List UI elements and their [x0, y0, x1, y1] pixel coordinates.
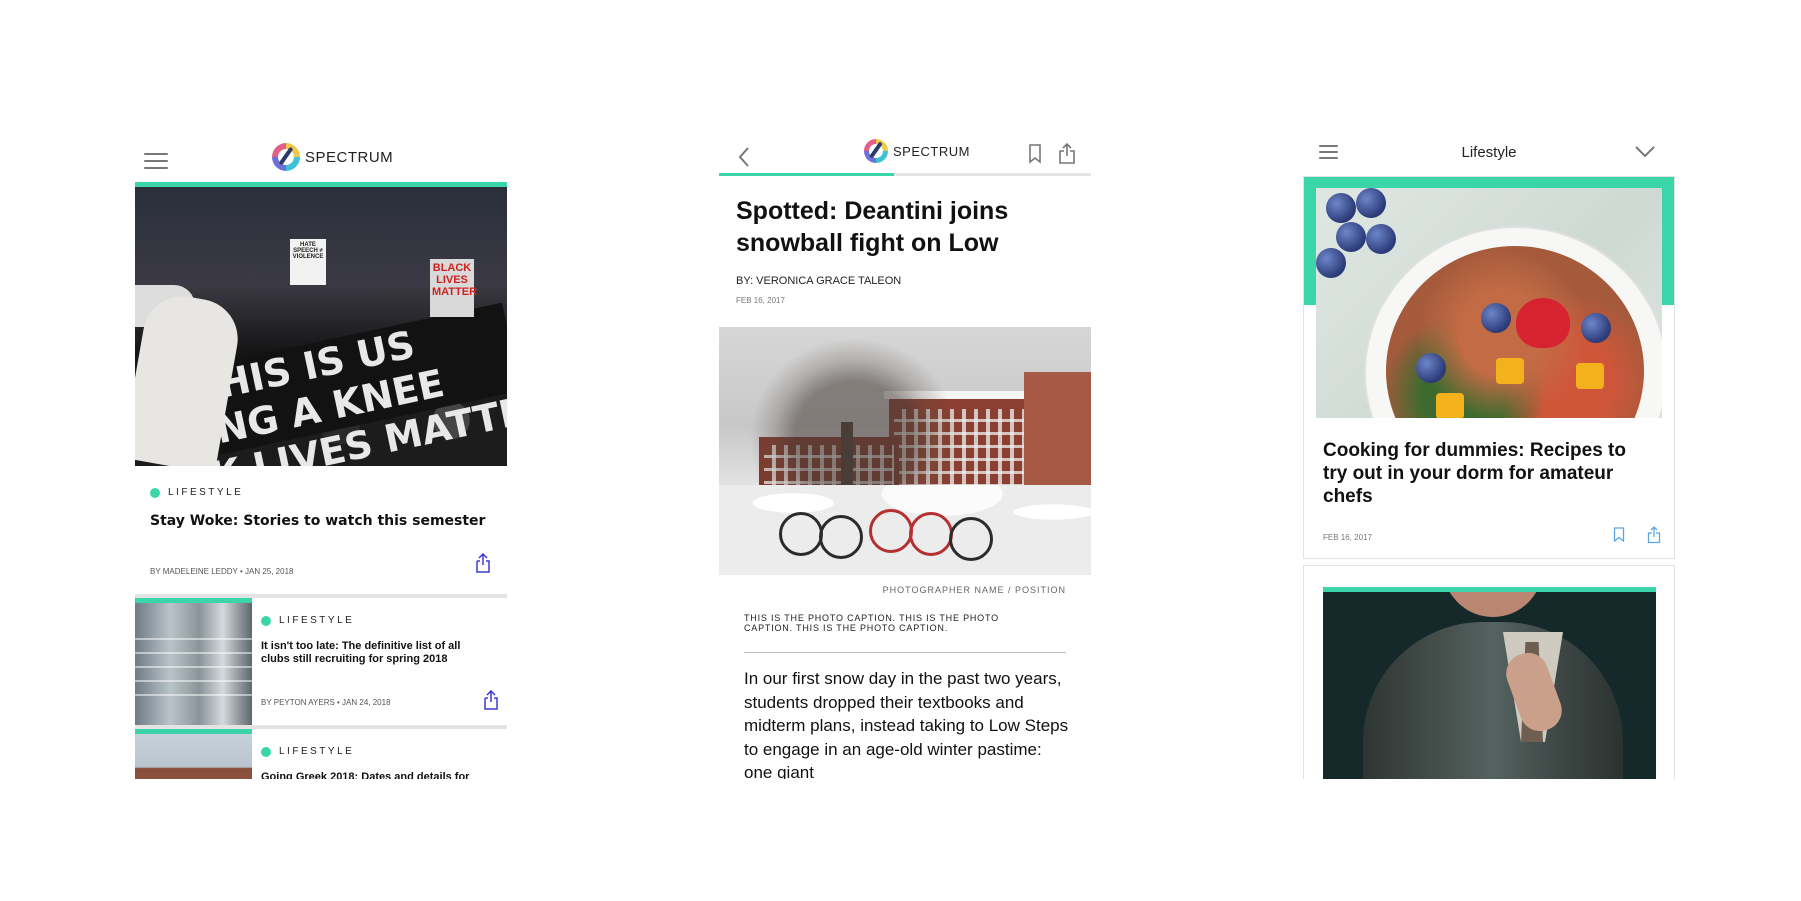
spectrum-logo-mark	[272, 143, 300, 171]
spectrum-logo[interactable]: SPECTRUM	[272, 143, 393, 171]
spectrum-logo[interactable]: SPECTRUM	[864, 139, 970, 163]
thumbnail-accent-bar	[135, 598, 252, 603]
photo-blueberry	[1316, 248, 1346, 278]
lead-story-byline: BY MADELEINE LEDDY • JAN 25, 2018	[150, 567, 294, 576]
photo-blueberry	[1581, 313, 1611, 343]
share-icon[interactable]	[483, 689, 499, 715]
section-screen: Lifestyle Cooking for dummies: Recipes t…	[1303, 139, 1675, 779]
photo-blueberry	[1416, 353, 1446, 383]
list-item-category: LIFESTYLE	[261, 743, 501, 761]
photo-chin	[1443, 592, 1543, 617]
featured-card[interactable]: Cooking for dummies: Recipes to try out …	[1303, 176, 1675, 559]
back-chevron-icon[interactable]	[733, 145, 757, 169]
list-item-title[interactable]: Going Greek 2018: Dates and details for	[261, 771, 491, 779]
featured-card-date: FEB 16, 2017	[1323, 533, 1372, 542]
category-label: LIFESTYLE	[168, 487, 244, 499]
article-screen: SPECTRUM Spotted: Deantini joins snowbal…	[719, 139, 1091, 779]
caption-divider	[744, 652, 1066, 653]
protest-sign-black-lives: BLACK LIVES MATTER	[430, 259, 477, 317]
photo-blueberry	[1481, 303, 1511, 333]
atrium-floors	[135, 638, 252, 698]
photo-suit	[1363, 622, 1623, 779]
photo-bike-wheel	[869, 509, 913, 553]
article-photo[interactable]	[719, 327, 1091, 575]
reading-progress-fill	[719, 173, 894, 176]
featured-card-photo	[1316, 188, 1662, 418]
article-date: FEB 16, 2017	[736, 296, 785, 305]
lead-story-photo[interactable]: THIS IS US ING A KNEE K LIVES MATTE HATE…	[135, 187, 507, 466]
share-icon[interactable]	[1058, 142, 1076, 170]
photo-mango	[1496, 358, 1524, 384]
list-item-thumbnail	[135, 598, 252, 725]
lead-story-title[interactable]: Stay Woke: Stories to watch this semeste…	[150, 513, 485, 529]
category-label: LIFESTYLE	[279, 615, 355, 627]
spectrum-wordmark: SPECTRUM	[305, 148, 394, 166]
photo-mango	[1436, 393, 1464, 418]
home-feed-screen: SPECTRUM THIS IS US ING A KNEE K LIVES M…	[135, 139, 507, 779]
chevron-down-icon[interactable]	[1634, 145, 1656, 164]
photo-tree	[749, 337, 959, 507]
list-item[interactable]: LIFESTYLE Going Greek 2018: Dates and de…	[135, 729, 507, 779]
photo-blueberry	[1366, 224, 1396, 254]
list-item[interactable]: LIFESTYLE It isn't too late: The definit…	[135, 598, 507, 725]
category-label: LIFESTYLE	[279, 746, 355, 758]
share-icon[interactable]	[1647, 526, 1661, 549]
photo-bike-wheel	[779, 512, 823, 556]
article-body: In our first snow day in the past two ye…	[744, 669, 1069, 779]
photo-strawberry	[1516, 298, 1570, 348]
photo-bike-wheel	[949, 517, 993, 561]
photo-blueberry	[1326, 193, 1356, 223]
photo-credit: PHOTOGRAPHER NAME / POSITION	[882, 585, 1066, 595]
featured-card-title[interactable]: Cooking for dummies: Recipes to try out …	[1323, 439, 1653, 508]
photo-blueberry	[1356, 188, 1386, 218]
photo-bike-wheel	[909, 512, 953, 556]
category-dot	[150, 487, 160, 498]
thumbnail-accent-bar	[135, 729, 252, 734]
photo-blueberry	[1336, 222, 1366, 252]
spectrum-wordmark: SPECTRUM	[893, 143, 970, 159]
category-dot	[261, 615, 271, 626]
lead-category[interactable]: LIFESTYLE	[150, 484, 243, 502]
article-title: Spotted: Deantini joins snowball fight o…	[736, 197, 1009, 257]
story-card-photo	[1323, 592, 1656, 779]
bookmark-icon[interactable]	[1613, 527, 1625, 548]
list-item-title[interactable]: It isn't too late: The definitive list o…	[261, 640, 491, 666]
list-item-byline: BY PEYTON AYERS • JAN 24, 2018	[261, 698, 391, 707]
story-card[interactable]	[1303, 565, 1675, 779]
section-title[interactable]: Lifestyle	[1303, 144, 1675, 161]
share-icon[interactable]	[475, 552, 491, 578]
spectrum-logo-mark	[864, 139, 888, 163]
reading-progress-bar	[719, 173, 1091, 176]
photo-bike-wheel	[819, 515, 863, 559]
category-dot	[261, 746, 271, 757]
photo-caption: THIS IS THE PHOTO CAPTION. THIS IS THE P…	[744, 613, 999, 633]
protest-sign: HATE SPEECH ≠ VIOLENCE	[290, 239, 326, 285]
list-item-thumbnail	[135, 729, 252, 779]
bookmark-icon[interactable]	[1028, 144, 1042, 169]
menu-hamburger-icon[interactable]	[144, 153, 168, 169]
photo-mango	[1576, 363, 1604, 389]
list-item-category: LIFESTYLE	[261, 612, 501, 630]
article-byline: BY: VERONICA GRACE TALEON	[736, 275, 902, 287]
